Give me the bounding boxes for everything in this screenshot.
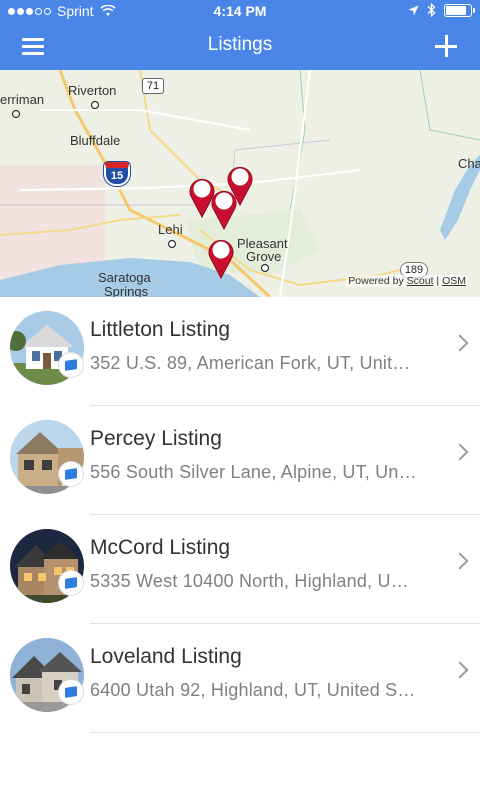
listing-name: Loveland Listing: [90, 645, 242, 668]
status-right: [408, 3, 475, 17]
attribution-prefix: Powered by: [348, 275, 404, 287]
nav-bar: Listings: [0, 22, 480, 70]
listing-badge-icon: [59, 571, 83, 595]
interstate-15-shield: 15: [104, 162, 130, 186]
route-71-shield: 71: [142, 78, 164, 94]
map-pin-icon[interactable]: [207, 237, 235, 279]
bluetooth-icon: [427, 3, 436, 17]
map-pin-icon[interactable]: [210, 188, 238, 230]
chevron-right-icon: [451, 661, 469, 679]
listing-address: 352 U.S. 89, American Fork, UT, Unit…: [90, 353, 411, 373]
page-title: Listings: [207, 34, 273, 55]
listing-name: McCord Listing: [90, 536, 231, 559]
listing-row[interactable]: McCord Listing 5335 West 10400 North, Hi…: [0, 515, 480, 624]
map-attribution: Powered by Scout | OSM: [346, 275, 468, 287]
listing-name: Percey Listing: [90, 427, 222, 450]
map-label-grove: Grove: [246, 249, 282, 264]
listing-address: 5335 West 10400 North, Highland, U…: [90, 571, 409, 591]
attribution-osm-link[interactable]: OSM: [442, 275, 466, 287]
status-bar: Sprint 4:14 PM: [0, 0, 480, 22]
listing-name: Littleton Listing: [90, 318, 231, 341]
map-label-bluffdale: Bluffdale: [70, 133, 121, 148]
map-label-cha: Cha: [458, 156, 480, 171]
listing-row[interactable]: Littleton Listing 352 U.S. 89, American …: [0, 297, 480, 406]
row-divider: [90, 732, 480, 733]
location-arrow-icon: [408, 5, 419, 15]
map-label-lehi: Lehi: [158, 222, 183, 237]
chevron-right-icon: [451, 443, 469, 461]
map-label-springs: Springs: [104, 284, 149, 297]
chevron-right-icon: [451, 552, 469, 570]
listing-address: 6400 Utah 92, Highland, UT, United S…: [90, 680, 416, 700]
listing-badge-icon: [59, 462, 83, 486]
battery-icon: [444, 3, 475, 17]
map-label-herriman: erriman: [0, 92, 45, 107]
listing-row[interactable]: Loveland Listing 6400 Utah 92, Highland,…: [0, 624, 480, 733]
map-label-saratoga: Saratoga: [98, 270, 151, 285]
listing-badge-icon: [59, 353, 83, 377]
listing-row[interactable]: Percey Listing 556 South Silver Lane, Al…: [0, 406, 480, 515]
chevron-right-icon: [451, 334, 469, 352]
app-header: Sprint 4:14 PM Listings: [0, 0, 480, 70]
listing-badge-icon: [59, 680, 83, 704]
add-listing-button[interactable]: [432, 32, 460, 60]
listings-list: Littleton Listing 352 U.S. 89, American …: [0, 297, 480, 733]
map-label-riverton: Riverton: [68, 83, 117, 98]
attribution-separator: |: [436, 275, 440, 287]
listings-map[interactable]: 71 15 189 Riverton erriman Bluffdale Leh…: [0, 70, 480, 297]
attribution-scout-link[interactable]: Scout: [407, 275, 434, 287]
listing-address: 556 South Silver Lane, Alpine, UT, Un…: [90, 462, 417, 482]
